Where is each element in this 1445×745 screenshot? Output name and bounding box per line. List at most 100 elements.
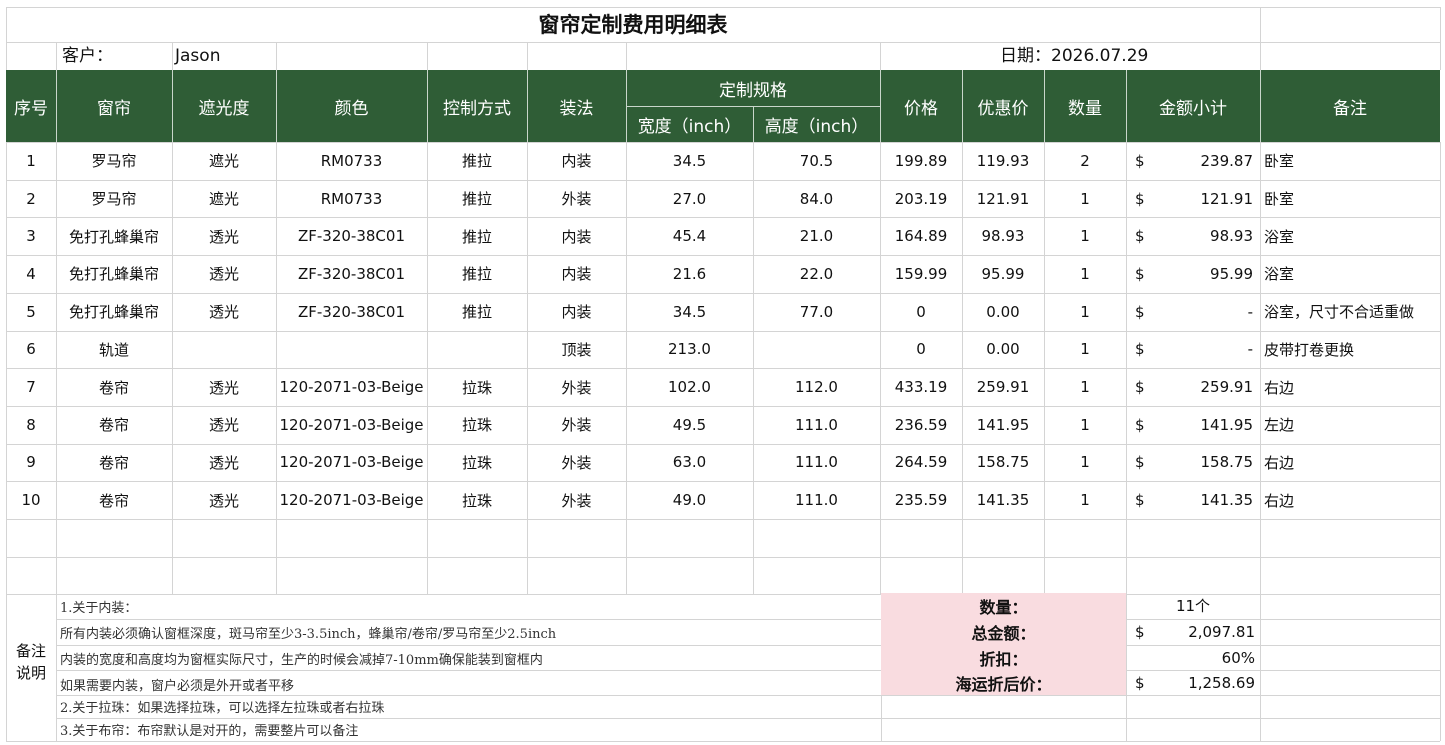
cell-qty[interactable]: 1 <box>1044 180 1126 218</box>
cell-price[interactable]: 264.59 <box>880 444 962 482</box>
cell-qty[interactable]: 1 <box>1044 255 1126 293</box>
cell-color[interactable]: 120-2071-03-Beige <box>276 406 427 444</box>
cell-height[interactable]: 21.0 <box>753 217 880 255</box>
cell-width[interactable]: 49.5 <box>626 406 753 444</box>
cell-qty[interactable]: 1 <box>1044 406 1126 444</box>
cell-remark[interactable]: 左边 <box>1260 406 1440 444</box>
cell-width[interactable]: 45.4 <box>626 217 753 255</box>
cell-discount-price[interactable]: 121.91 <box>962 180 1044 218</box>
cell-qty[interactable]: 1 <box>1044 293 1126 331</box>
cell-curtain[interactable]: 免打孔蜂巢帘 <box>56 217 172 255</box>
header-subtotal[interactable]: 金额小计 <box>1126 70 1260 142</box>
cell-height[interactable]: 111.0 <box>753 444 880 482</box>
cell-color[interactable]: ZF-320-38C01 <box>276 293 427 331</box>
cell-index[interactable]: 4 <box>6 255 56 293</box>
cell-remark[interactable]: 卧室 <box>1260 180 1440 218</box>
header-curtain[interactable]: 窗帘 <box>56 70 172 142</box>
header-discount-price[interactable]: 优惠价 <box>962 70 1044 142</box>
cell-color[interactable]: RM0733 <box>276 180 427 218</box>
cell-install[interactable]: 外装 <box>527 180 626 218</box>
customer-name[interactable]: Jason <box>175 42 220 70</box>
cell-remark[interactable]: 右边 <box>1260 444 1440 482</box>
cell-color[interactable]: 120-2071-03-Beige <box>276 444 427 482</box>
cell-subtotal[interactable]: 259.91 <box>1126 368 1260 406</box>
cell-subtotal[interactable]: 239.87 <box>1126 142 1260 180</box>
cell-shading[interactable]: 遮光 <box>172 180 276 218</box>
cell-discount-price[interactable]: 259.91 <box>962 368 1044 406</box>
cell-price[interactable]: 199.89 <box>880 142 962 180</box>
cell-shading[interactable]: 透光 <box>172 255 276 293</box>
cell-price[interactable]: 236.59 <box>880 406 962 444</box>
cell-index[interactable]: 3 <box>6 217 56 255</box>
cell-height[interactable]: 84.0 <box>753 180 880 218</box>
cell-width[interactable]: 21.6 <box>626 255 753 293</box>
cell-index[interactable]: 5 <box>6 293 56 331</box>
date-field[interactable]: 日期：2026.07.29 <box>1000 42 1148 70</box>
cell-remark[interactable]: 皮带打卷更换 <box>1260 331 1440 369</box>
cell-subtotal[interactable]: 141.95 <box>1126 406 1260 444</box>
cell-curtain[interactable]: 卷帘 <box>56 406 172 444</box>
cell-remark[interactable]: 浴室，尺寸不合适重做 <box>1260 293 1440 331</box>
cell-discount-price[interactable]: 141.35 <box>962 481 1044 519</box>
summary-discount-value[interactable]: 60% <box>1127 645 1259 670</box>
cell-remark[interactable]: 右边 <box>1260 368 1440 406</box>
cell-curtain[interactable]: 轨道 <box>56 331 172 369</box>
summary-final-value[interactable]: 1,258.69 <box>1127 670 1259 695</box>
cell-curtain[interactable]: 卷帘 <box>56 368 172 406</box>
cell-qty[interactable]: 1 <box>1044 217 1126 255</box>
cell-height[interactable]: 77.0 <box>753 293 880 331</box>
cell-shading[interactable]: 透光 <box>172 217 276 255</box>
cell-price[interactable]: 203.19 <box>880 180 962 218</box>
cell-remark[interactable]: 浴室 <box>1260 217 1440 255</box>
cell-install[interactable]: 外装 <box>527 481 626 519</box>
cell-discount-price[interactable]: 0.00 <box>962 331 1044 369</box>
cell-remark[interactable]: 卧室 <box>1260 142 1440 180</box>
cell-index[interactable]: 10 <box>6 481 56 519</box>
cell-color[interactable]: ZF-320-38C01 <box>276 255 427 293</box>
cell-index[interactable]: 2 <box>6 180 56 218</box>
cell-install[interactable]: 外装 <box>527 368 626 406</box>
cell-price[interactable]: 0 <box>880 331 962 369</box>
cell-install[interactable]: 内装 <box>527 217 626 255</box>
cell-height[interactable]: 112.0 <box>753 368 880 406</box>
cell-discount-price[interactable]: 158.75 <box>962 444 1044 482</box>
header-spec[interactable]: 定制规格 <box>626 70 880 106</box>
cell-control[interactable]: 推拉 <box>427 180 527 218</box>
cell-color[interactable]: ZF-320-38C01 <box>276 217 427 255</box>
cell-subtotal[interactable]: 121.91 <box>1126 180 1260 218</box>
cell-price[interactable]: 0 <box>880 293 962 331</box>
cell-price[interactable]: 159.99 <box>880 255 962 293</box>
cell-control[interactable]: 拉珠 <box>427 481 527 519</box>
cell-discount-price[interactable]: 0.00 <box>962 293 1044 331</box>
summary-qty-value[interactable]: 11个 <box>1127 593 1259 618</box>
cell-qty[interactable]: 2 <box>1044 142 1126 180</box>
cell-control[interactable]: 拉珠 <box>427 406 527 444</box>
cell-discount-price[interactable]: 98.93 <box>962 217 1044 255</box>
cell-install[interactable]: 内装 <box>527 255 626 293</box>
cell-remark[interactable]: 右边 <box>1260 481 1440 519</box>
cell-color[interactable]: 120-2071-03-Beige <box>276 368 427 406</box>
cell-curtain[interactable]: 罗马帘 <box>56 142 172 180</box>
cell-price[interactable]: 235.59 <box>880 481 962 519</box>
cell-width[interactable]: 27.0 <box>626 180 753 218</box>
cell-subtotal[interactable]: 95.99 <box>1126 255 1260 293</box>
cell-qty[interactable]: 1 <box>1044 481 1126 519</box>
cell-shading[interactable]: 透光 <box>172 368 276 406</box>
cell-index[interactable]: 8 <box>6 406 56 444</box>
header-shading[interactable]: 遮光度 <box>172 70 276 142</box>
cell-shading[interactable]: 透光 <box>172 406 276 444</box>
cell-control[interactable] <box>427 331 527 369</box>
cell-height[interactable]: 70.5 <box>753 142 880 180</box>
cell-curtain[interactable]: 卷帘 <box>56 444 172 482</box>
cell-subtotal[interactable]: - <box>1126 293 1260 331</box>
cell-height[interactable] <box>753 331 880 369</box>
cell-curtain[interactable]: 免打孔蜂巢帘 <box>56 255 172 293</box>
cell-shading[interactable]: 遮光 <box>172 142 276 180</box>
cell-width[interactable]: 213.0 <box>626 331 753 369</box>
header-install[interactable]: 装法 <box>527 70 626 142</box>
header-color[interactable]: 颜色 <box>276 70 427 142</box>
header-qty[interactable]: 数量 <box>1044 70 1126 142</box>
cell-height[interactable]: 111.0 <box>753 481 880 519</box>
cell-index[interactable]: 1 <box>6 142 56 180</box>
cell-install[interactable]: 顶装 <box>527 331 626 369</box>
